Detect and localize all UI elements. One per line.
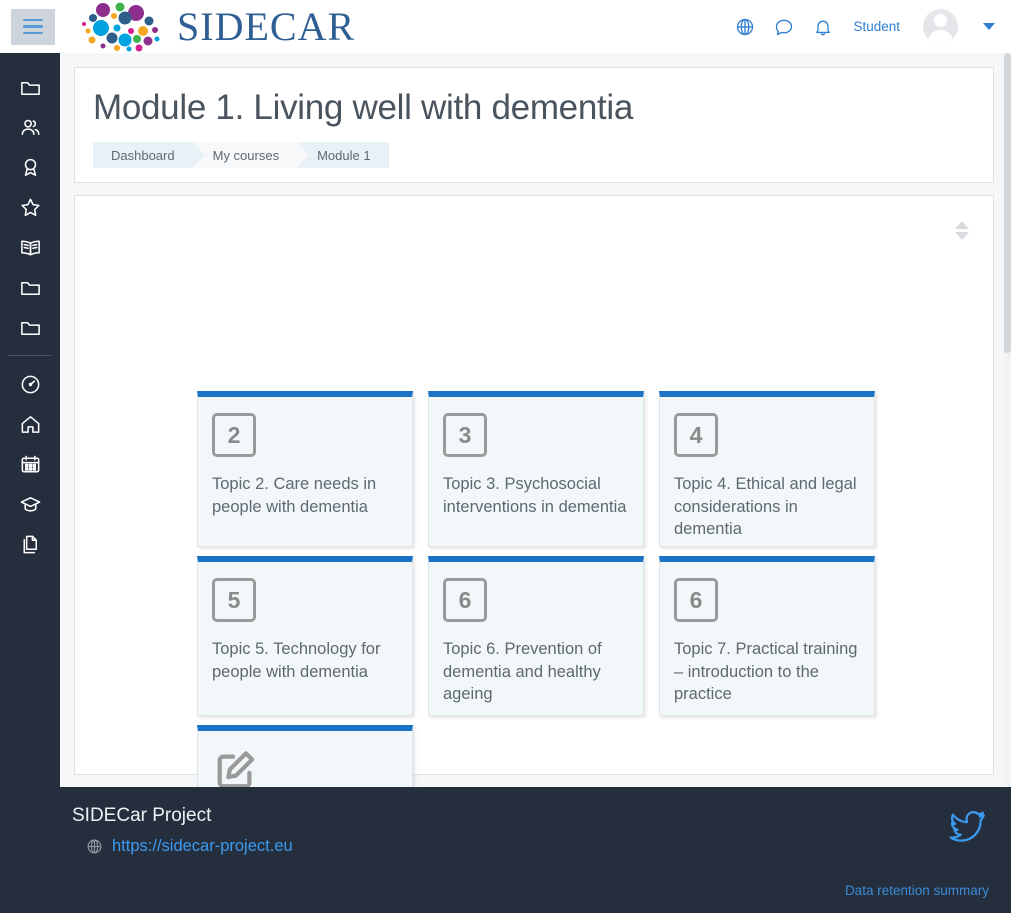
topic-number-badge: 4	[674, 413, 718, 458]
scrollbar-thumb[interactable]	[1004, 53, 1011, 353]
sidebar-item-folder-3[interactable]	[0, 307, 60, 347]
breadcrumb-item-my-courses[interactable]: My courses	[192, 142, 310, 169]
topic-card[interactable]: 6 Topic 6. Prevention of dementia and he…	[428, 556, 644, 717]
pencil-icon	[212, 747, 260, 787]
sort-ascending-arrow	[955, 220, 969, 229]
topic-card[interactable]: 6 Topic 7. Practical training – introduc…	[659, 556, 875, 717]
top-bar: SIDECAR Student	[0, 0, 1011, 53]
topic-card[interactable]: 5 Topic 5. Technology for people with de…	[197, 556, 413, 717]
topic-card-row: Evaluation	[197, 725, 887, 787]
sidebar-item-files[interactable]	[0, 524, 60, 564]
hamburger-icon-bar	[23, 31, 43, 35]
footer-website-row: https://sidecar-project.eu	[86, 837, 293, 856]
sidebar-item-book[interactable]	[0, 227, 60, 267]
topic-card-title: Topic 7. Practical training – introducti…	[674, 640, 858, 703]
topic-card-row: 2 Topic 2. Care needs in people with dem…	[197, 391, 887, 548]
hamburger-icon-bar	[23, 25, 43, 28]
topic-card-title: Topic 3. Psychosocial interventions in d…	[443, 475, 627, 516]
bell-icon[interactable]	[812, 16, 834, 38]
sidebar-item-badges[interactable]	[0, 147, 60, 187]
sidebar-item-dashboard[interactable]	[0, 364, 60, 404]
topic-card[interactable]: 2 Topic 2. Care needs in people with dem…	[197, 391, 413, 548]
user-name-label[interactable]: Student	[853, 19, 900, 34]
topic-card-title: Topic 6. Prevention of dementia and heal…	[443, 640, 602, 703]
data-retention-summary-link[interactable]: Data retention summary	[845, 883, 989, 898]
sidebar-item-calendar[interactable]	[0, 444, 60, 484]
evaluation-card[interactable]: Evaluation	[197, 725, 413, 787]
globe-icon	[86, 838, 103, 855]
sidebar-item-folder-1[interactable]	[0, 67, 60, 107]
topic-card[interactable]: 4 Topic 4. Ethical and legal considerati…	[659, 391, 875, 548]
sort-updown-icon[interactable]	[951, 216, 973, 244]
breadcrumb: Dashboard My courses Module 1	[93, 142, 973, 169]
caret-down-icon[interactable]	[983, 23, 995, 30]
topic-card-grid: 2 Topic 2. Care needs in people with dem…	[197, 391, 887, 787]
footer-project-title: SIDECar Project	[72, 805, 212, 826]
brand-name: SIDECAR	[177, 3, 356, 49]
hamburger-icon-bar	[23, 18, 43, 22]
globe-icon[interactable]	[734, 16, 756, 38]
sidebar-item-home[interactable]	[0, 404, 60, 444]
page-header-panel: Module 1. Living well with dementia Dash…	[74, 67, 994, 184]
breadcrumb-item-dashboard[interactable]: Dashboard	[93, 142, 205, 169]
topic-number-badge: 3	[443, 413, 487, 458]
course-content-panel: 2 Topic 2. Care needs in people with dem…	[74, 195, 994, 787]
topic-card-title: Topic 4. Ethical and legal consideration…	[674, 475, 857, 538]
sidebar-item-courses[interactable]	[0, 484, 60, 524]
sort-descending-arrow	[955, 231, 969, 240]
sidebar-item-folder-2[interactable]	[0, 267, 60, 307]
topic-number-badge: 6	[443, 578, 487, 623]
topic-card[interactable]: 3 Topic 3. Psychosocial interventions in…	[428, 391, 644, 548]
topic-card-title: Topic 5. Technology for people with deme…	[212, 640, 381, 681]
sidebar-divider	[8, 355, 52, 356]
page-canvas: Module 1. Living well with dementia Dash…	[60, 53, 1011, 787]
topic-card-row: 5 Topic 5. Technology for people with de…	[197, 556, 887, 717]
page-footer: SIDECar Project https://sidecar-project.…	[0, 787, 1011, 913]
menu-toggle-button[interactable]	[11, 8, 55, 45]
vertical-scrollbar[interactable]	[1004, 53, 1011, 787]
page-title: Module 1. Living well with dementia	[93, 88, 634, 127]
brand-logo-link[interactable]: SIDECAR	[79, 2, 355, 52]
top-bar-actions: Student	[734, 9, 1011, 44]
topic-number-badge: 2	[212, 413, 256, 458]
twitter-bird-icon[interactable]	[948, 807, 988, 845]
topic-number-badge: 5	[212, 578, 256, 623]
chat-bubble-icon[interactable]	[773, 16, 795, 38]
topic-card-title: Topic 2. Care needs in people with demen…	[212, 475, 377, 516]
sidebar-item-starred[interactable]	[0, 187, 60, 227]
breadcrumb-item-module-1: Module 1	[297, 142, 389, 169]
sidebar-item-users[interactable]	[0, 107, 60, 147]
avatar[interactable]	[923, 9, 958, 44]
sidecar-dots-logo	[79, 2, 167, 52]
topic-number-badge: 6	[674, 578, 718, 623]
left-sidebar	[0, 53, 60, 787]
footer-website-link[interactable]: https://sidecar-project.eu	[112, 837, 293, 856]
